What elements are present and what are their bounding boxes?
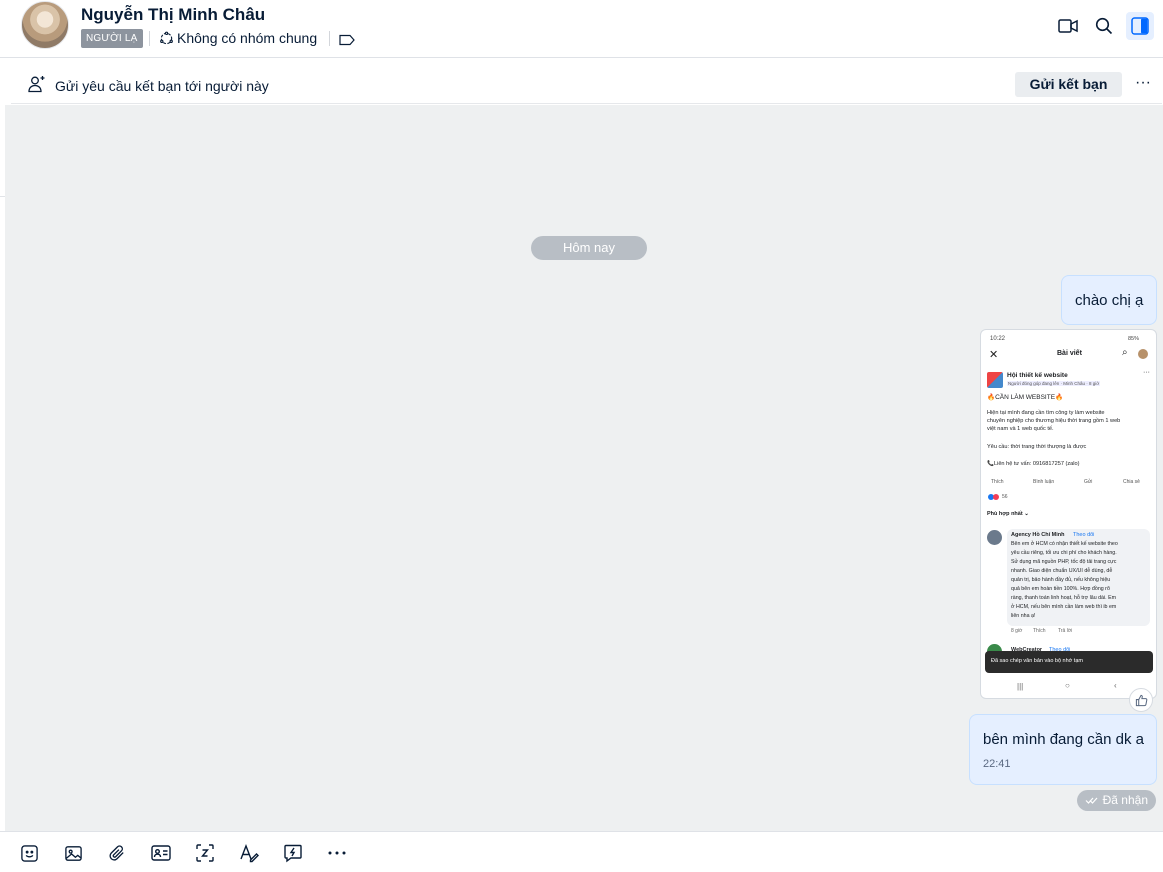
header-divider [329, 31, 330, 46]
ss-close-icon: ✕ [989, 349, 999, 361]
ss-follow-label: Theo dõi [1073, 532, 1095, 538]
ss-group-name: Hội thiết kế website [1007, 372, 1068, 379]
ss-comment-line: Bên em ở HCM có nhận thiết kế website th… [1011, 541, 1118, 547]
reaction-like-button[interactable] [1129, 688, 1153, 712]
ss-sort-label: Phù hợp nhất ⌄ [987, 511, 1029, 517]
header-divider [149, 31, 150, 46]
ss-post-meta: Người đóng góp đang lên · Minh Châu · 8 … [1007, 381, 1101, 386]
ss-comment-line: ở HCM, nếu bên mình cần làm web thì ib e… [1011, 604, 1117, 610]
composer-toolbar [0, 831, 1163, 872]
ss-action-share: Chia sẻ [1123, 479, 1140, 485]
shared-screenshot: 10:22 85% ✕ Bài viết ⌕ Hội thiết kế webs… [981, 330, 1156, 698]
ss-comment-reply: Trả lời [1058, 628, 1073, 634]
message-bubble[interactable]: chào chị ạ [1061, 275, 1157, 325]
friend-request-bar: Gửi yêu cầu kết bạn tới người này Gửi kế… [11, 64, 1162, 104]
ss-comment-like: Thích [1033, 628, 1046, 634]
message-time: 22:41 [983, 758, 1011, 770]
add-friend-icon [28, 75, 46, 98]
chat-header: Nguyễn Thị Minh Châu NGƯỜI LẠ Không có n… [0, 0, 1163, 58]
ss-nav-recent-icon: ||| [1017, 682, 1024, 691]
ss-comment-line: nhanh. Giao diện chuẩn UX/UI dễ dùng, dễ [1011, 568, 1113, 574]
ss-group-avatar [987, 372, 1003, 388]
ss-reaction-count: 56 [1002, 494, 1008, 500]
ss-action-comment: Bình luận [1033, 479, 1055, 485]
ss-toast-text: Đã sao chép văn bản vào bộ nhớ tạm [991, 658, 1083, 664]
contact-card-icon[interactable] [150, 842, 172, 864]
ss-comment-line: Sử dụng mã nguồn PHP, tốc độ tải trang c… [1011, 559, 1117, 565]
search-icon[interactable] [1090, 12, 1118, 40]
ss-comment-line: quả bên em hoàn tiền 100%. Hợp đồng rõ [1011, 586, 1110, 592]
message-text: chào chị ạ [1075, 292, 1144, 309]
friend-request-text: Gửi yêu cầu kết bạn tới người này [55, 78, 269, 94]
ss-comment-line: quản trị, bảo hành đầy đủ, nếu không hiệ… [1011, 577, 1111, 583]
message-text: bên mình đang cần dk a [983, 731, 1144, 748]
ss-post-line: chuyên nghiệp cho thương hiệu thời trang… [987, 418, 1121, 424]
ss-comment-author: Agency Hồ Chí Minh [1011, 532, 1065, 538]
common-group-link[interactable]: Không có nhóm chung [159, 30, 317, 46]
ss-post-line: Hiện tại mình đang cần tìm công ty làm w… [987, 410, 1105, 416]
ss-comment-line: liên nha ạ! [1011, 613, 1036, 619]
more-options-button[interactable]: ··· [1133, 72, 1153, 96]
conversation-info-toggle-icon[interactable] [1126, 12, 1154, 40]
ss-comment-line: ràng, thanh toán linh hoạt, hỗ trợ lâu d… [1011, 595, 1117, 601]
ss-comment-line: yêu cầu riêng, tối ưu chi phí cho khách … [1011, 550, 1117, 556]
send-friend-request-button[interactable]: Gửi kết bạn [1015, 72, 1122, 97]
image-message[interactable]: 10:22 85% ✕ Bài viết ⌕ Hội thiết kế webs… [980, 329, 1157, 699]
ss-post-heading: 🔥CẦN LÀM WEBSITE🔥 [987, 394, 1064, 401]
ss-post-req: Yêu cầu: thời trang thời thượng là được [987, 444, 1087, 450]
tag-icon[interactable] [339, 33, 355, 51]
contact-name[interactable]: Nguyễn Thị Minh Châu [81, 5, 265, 25]
date-separator: Hôm nay [531, 236, 647, 260]
text-format-icon[interactable] [238, 842, 260, 864]
double-check-icon [1085, 790, 1099, 818]
thumbs-up-icon [1135, 694, 1147, 706]
ss-nav-home-icon: ○ [1065, 681, 1070, 690]
delivery-status-text: Đã nhận [1102, 793, 1148, 807]
image-icon[interactable] [62, 842, 84, 864]
ss-status-time: 10:22 [990, 336, 1006, 342]
ss-comment-time: 8 giờ [1011, 628, 1023, 634]
message-list[interactable]: Hôm nay chào chị ạ 10:22 85% ✕ Bài viết … [5, 105, 1163, 831]
ss-post-line: việt nam và 1 web quốc tế. [987, 426, 1054, 432]
avatar[interactable] [21, 1, 69, 49]
screenshot-icon[interactable] [194, 842, 216, 864]
ss-action-send: Gửi [1084, 479, 1093, 485]
sticker-icon[interactable] [18, 842, 40, 864]
quick-message-icon[interactable] [282, 842, 304, 864]
more-icon[interactable] [326, 842, 348, 864]
ss-title: Bài viết [1057, 350, 1082, 357]
ss-avatar [1138, 349, 1148, 359]
ss-battery: 85% [1128, 336, 1140, 342]
attachment-icon[interactable] [106, 842, 128, 864]
no-common-group-text: Không có nhóm chung [177, 30, 318, 46]
ss-comment-avatar [987, 530, 1002, 545]
ss-search-icon: ⌕ [1122, 347, 1128, 358]
ss-love-reaction-icon [993, 494, 999, 500]
video-call-icon[interactable] [1054, 12, 1082, 40]
delivery-status: Đã nhận [1077, 790, 1156, 811]
ss-nav-back-icon: ‹ [1114, 681, 1117, 690]
group-icon [160, 31, 173, 44]
stranger-badge: NGƯỜI LẠ [81, 29, 143, 48]
ss-post-contact: 📞Liên hệ tư vấn: 0916817257 (zalo) [987, 461, 1080, 467]
ss-more-icon: ··· [1143, 369, 1150, 376]
ss-action-like: Thích [991, 479, 1004, 485]
message-bubble[interactable]: bên mình đang cần dk a 22:41 [969, 714, 1157, 785]
